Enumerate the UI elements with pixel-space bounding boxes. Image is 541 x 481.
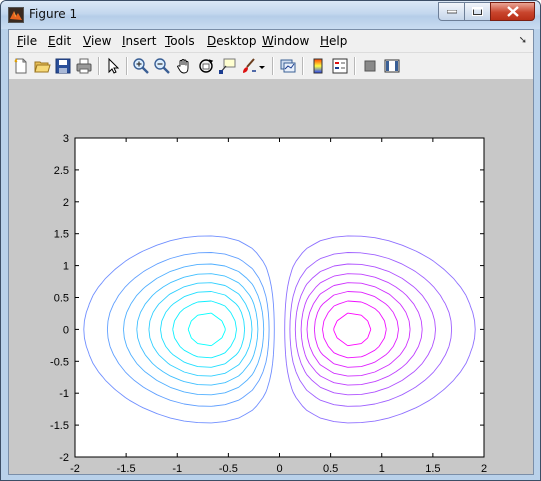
menu-desktop[interactable]: Desktop [207,34,257,48]
menu-view[interactable]: View [83,34,111,48]
y-tick-label: -1 [59,388,69,400]
window-title: Figure 1 [29,7,78,21]
menu-window-mnemonic: W [262,34,274,48]
x-tick-label: -0.5 [219,463,238,474]
toolbar-separator [354,57,356,75]
matlab-logo-icon [8,7,24,23]
close-button[interactable] [490,2,535,21]
menu-insert[interactable]: Insert [122,34,156,48]
zoom-in-icon[interactable] [132,57,150,75]
title-bar[interactable]: Figure 1 [1,1,540,29]
menu-view-label: iew [90,34,112,48]
maximize-button[interactable] [464,2,491,21]
figure-window: Figure 1 File Edit View Insert Tools Des… [0,0,541,481]
x-tick-label: -1 [172,463,182,474]
menu-file-label: ile [23,34,38,48]
toolbar-separator [302,57,304,75]
toolbar-separator [98,57,100,75]
menu-edit-label: dit [55,34,72,48]
y-tick-label: 3 [63,133,69,145]
y-tick-label: 1.5 [54,229,69,241]
dock-arrow-icon[interactable]: ➘ [519,35,527,46]
toolbar-separator [272,57,274,75]
menu-bar: File Edit View Insert Tools Desktop Wind… [9,30,533,52]
close-icon [506,6,519,17]
x-tick-label: -2 [70,463,80,474]
y-tick-label: 2.5 [54,165,69,177]
figure-client-area: File Edit View Insert Tools Desktop Wind… [8,29,534,475]
y-tick-label: -1.5 [50,420,69,432]
menu-view-mnemonic: V [83,34,91,48]
y-tick-label: 1 [63,261,69,273]
rotate-3d-icon[interactable] [197,57,215,75]
x-tick-label: -1.5 [117,463,136,474]
x-tick-label: 2 [481,463,487,474]
data-cursor-icon[interactable] [218,57,236,75]
menu-desktop-label: esktop [216,34,257,48]
x-tick-label: 1 [379,463,385,474]
menu-insert-label: nsert [125,34,157,48]
legend-icon[interactable] [331,57,349,75]
menu-tools-label: ools [170,34,195,48]
menu-edit-mnemonic: E [48,34,56,48]
colorbar-icon[interactable] [309,57,327,75]
toolbar-separator [126,57,128,75]
menu-window[interactable]: Window [262,34,309,48]
menu-tools[interactable]: Tools [165,34,195,48]
menu-desktop-mnemonic: D [207,34,217,48]
save-icon[interactable] [54,57,72,75]
figure-canvas: -2 -1.5 -1 -0.5 0 0.5 1 1.5 2 -2 -1.5 -1 -0.5 0 0.5 1 1.… [9,79,533,474]
new-figure-icon[interactable] [12,57,30,75]
brush-dropdown-icon[interactable] [258,57,266,75]
minimize-button[interactable] [438,2,465,21]
x-tick-label: 0 [276,463,282,474]
show-plot-tools-icon[interactable] [383,57,401,75]
contour-plot[interactable]: -2 -1.5 -1 -0.5 0 0.5 1 1.5 2 -2 -1.5 -1 -0.5 0 0.5 1 1.… [9,79,533,474]
y-tick-label: 0 [63,324,69,336]
minimize-icon [446,9,457,13]
open-file-icon[interactable] [33,57,51,75]
print-icon[interactable] [75,57,93,75]
menu-help-label: elp [329,34,348,48]
y-tick-label: 0.5 [54,293,69,305]
x-tick-label: 1.5 [425,463,440,474]
y-tick-label: -2 [59,452,69,464]
y-tick-label: -0.5 [50,356,69,368]
menu-file[interactable]: File [17,34,37,48]
pan-hand-icon[interactable] [175,57,193,75]
figure-toolbar [9,52,533,80]
menu-help-mnemonic: H [320,34,330,48]
x-tick-label: 0.5 [323,463,338,474]
link-plot-icon[interactable] [279,57,297,75]
brush-icon[interactable] [240,57,258,75]
hide-plot-tools-icon[interactable] [361,57,379,75]
menu-window-label: indow [273,34,310,48]
zoom-out-icon[interactable] [153,57,171,75]
menu-edit[interactable]: Edit [48,34,71,48]
y-tick-label: 2 [63,197,69,209]
axes-background [75,138,484,457]
maximize-icon [472,7,483,16]
pointer-icon[interactable] [104,57,122,75]
menu-help[interactable]: Help [320,34,347,48]
